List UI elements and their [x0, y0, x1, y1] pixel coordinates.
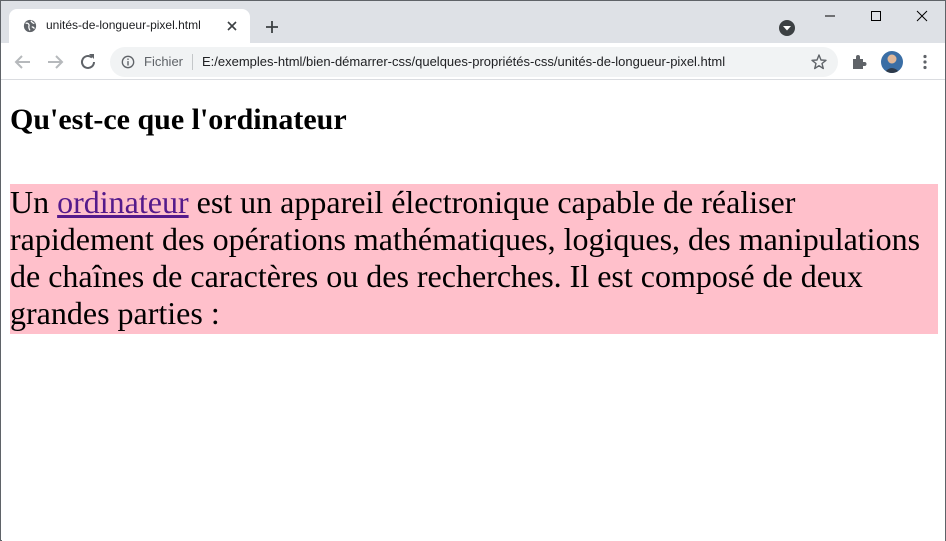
window-close-button[interactable] — [899, 1, 945, 31]
extensions-puzzle-icon[interactable] — [849, 52, 869, 72]
browser-toolbar: Fichier E:/exemples-html/bien-démarrer-c… — [1, 43, 945, 80]
globe-icon — [23, 19, 37, 33]
scheme-label: Fichier — [144, 54, 184, 69]
person-icon — [884, 54, 900, 73]
menu-kebab-icon[interactable] — [915, 52, 935, 72]
page-heading: Qu'est-ce que l'ordinateur — [10, 103, 347, 136]
browser-window: unités-de-longueur-pixel.html Fichier E:… — [0, 0, 946, 541]
maximize-button[interactable] — [853, 1, 899, 31]
page-content: Qu'est-ce que l'ordinateur Un ordinateur… — [2, 81, 945, 541]
reload-icon[interactable] — [76, 50, 100, 74]
close-icon[interactable] — [223, 17, 241, 35]
profile-avatar[interactable] — [881, 51, 903, 73]
tab-title: unités-de-longueur-pixel.html — [46, 18, 201, 32]
pink-paragraph: Un ordinateur est un appareil électroniq… — [10, 184, 938, 334]
forward-arrow-icon[interactable] — [43, 50, 67, 74]
new-tab-button[interactable] — [262, 17, 282, 37]
paragraph-prefix: Un — [10, 184, 58, 220]
url-text[interactable]: E:/exemples-html/bien-démarrer-css/quelq… — [202, 54, 725, 69]
address-bar[interactable]: Fichier E:/exemples-html/bien-démarrer-c… — [110, 47, 838, 77]
bookmark-star-icon[interactable] — [810, 53, 828, 71]
omnibox-divider — [192, 54, 193, 70]
back-arrow-icon[interactable] — [11, 50, 35, 74]
tab-strip: unités-de-longueur-pixel.html — [1, 1, 945, 43]
minimize-button[interactable] — [807, 1, 853, 31]
ordinateur-link[interactable]: ordinateur — [57, 184, 189, 220]
tab-search-icon[interactable] — [777, 18, 797, 38]
info-icon[interactable] — [121, 55, 135, 69]
active-tab[interactable]: unités-de-longueur-pixel.html — [9, 9, 250, 43]
